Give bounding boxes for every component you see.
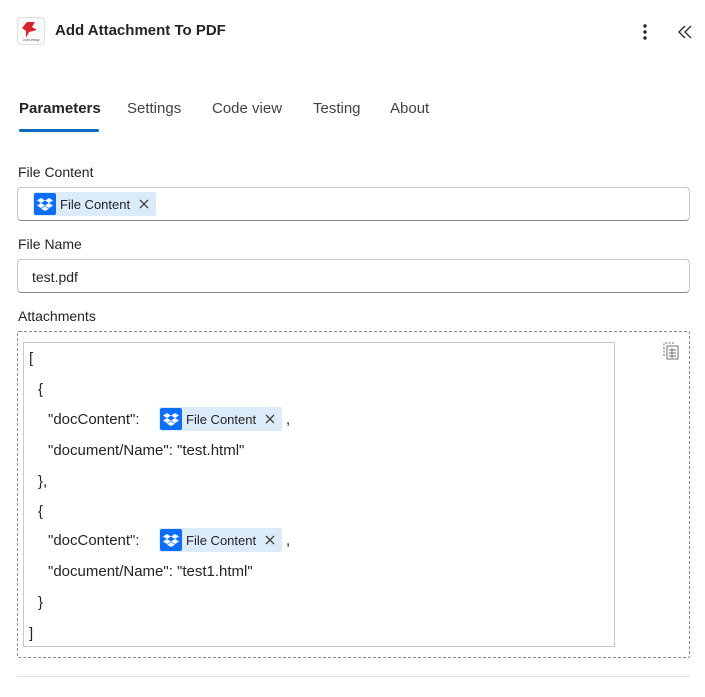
file-content-token[interactable]: File Content xyxy=(33,192,157,216)
code-line: "docContent": xyxy=(48,411,140,428)
close-icon[interactable] xyxy=(264,413,276,425)
doc-content-token[interactable]: File Content xyxy=(159,407,283,431)
header: Join easy Add Attachment To PDF xyxy=(0,0,705,64)
tab-about[interactable]: About xyxy=(390,100,429,117)
file-name-label: File Name xyxy=(18,236,82,252)
file-name-input[interactable]: test.pdf xyxy=(17,259,690,293)
code-line: { xyxy=(38,503,44,520)
code-line: , xyxy=(286,532,291,549)
logo-text: Join easy xyxy=(22,37,40,42)
code-line: } xyxy=(38,594,44,611)
attachments-label: Attachments xyxy=(18,308,96,324)
code-line: { xyxy=(38,381,44,398)
more-vertical-icon xyxy=(643,24,647,40)
tab-parameters[interactable]: Parameters xyxy=(19,100,101,117)
file-name-value: test.pdf xyxy=(32,269,78,285)
attachments-editor[interactable] xyxy=(23,342,615,647)
code-line: "document/Name": "test.html" xyxy=(48,442,245,459)
tab-testing[interactable]: Testing xyxy=(313,100,361,117)
app-logo: Join easy xyxy=(17,17,45,45)
close-icon[interactable] xyxy=(138,198,150,210)
dropbox-icon xyxy=(160,408,182,430)
token-label: File Content xyxy=(60,196,131,212)
close-icon[interactable] xyxy=(264,534,276,546)
doc-content-token[interactable]: File Content xyxy=(159,528,283,552)
code-line: , xyxy=(286,411,291,428)
page-title: Add Attachment To PDF xyxy=(55,22,226,39)
more-options-button[interactable] xyxy=(636,22,654,42)
code-line: }, xyxy=(38,473,48,490)
dropbox-icon xyxy=(34,193,56,215)
tab-settings[interactable]: Settings xyxy=(127,100,181,117)
code-line: [ xyxy=(29,350,34,367)
token-label: File Content xyxy=(186,532,257,548)
active-tab-indicator xyxy=(19,129,99,132)
copy-icon[interactable] xyxy=(661,341,681,361)
code-line: "docContent": xyxy=(48,532,140,549)
file-content-input[interactable]: File Content xyxy=(17,187,690,221)
code-line: ] xyxy=(29,625,34,642)
token-label: File Content xyxy=(186,411,257,427)
collapse-panel-button[interactable] xyxy=(676,22,694,42)
divider xyxy=(17,676,690,677)
file-content-label: File Content xyxy=(18,164,94,180)
code-line: "document/Name": "test1.html" xyxy=(48,563,253,580)
double-chevron-left-icon xyxy=(678,25,692,39)
tab-code-view[interactable]: Code view xyxy=(212,100,282,117)
dropbox-icon xyxy=(160,529,182,551)
